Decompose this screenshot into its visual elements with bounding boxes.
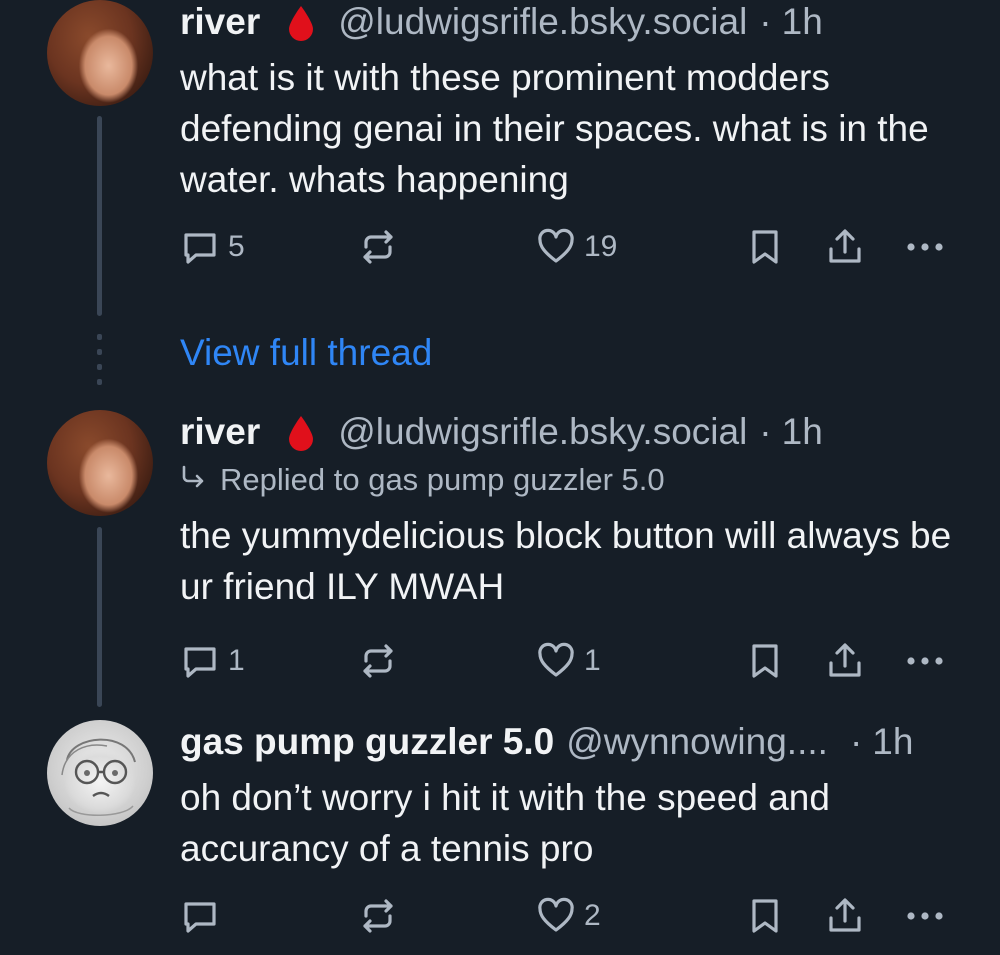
bookmark-button[interactable] <box>745 641 785 681</box>
separator-dot: · <box>759 411 772 452</box>
avatar[interactable] <box>47 0 153 106</box>
like-count: 2 <box>584 899 601 932</box>
repost-button[interactable] <box>358 227 398 267</box>
reply-icon <box>184 902 216 933</box>
post-actions: 5 19 <box>180 227 960 267</box>
bookmark-icon <box>752 899 778 933</box>
reply-icon <box>184 233 216 264</box>
view-full-thread-link[interactable]: View full thread <box>180 330 432 376</box>
like-count: 1 <box>584 644 601 677</box>
reply-context[interactable]: Replied to gas pump guzzler 5.0 <box>180 460 960 500</box>
post-actions: 2 <box>180 896 960 936</box>
repost-icon <box>363 644 393 678</box>
thread-feed: river @ludwigsrifle.bsky.social · 1h wha… <box>0 0 1000 955</box>
like-button[interactable]: 2 <box>536 896 601 936</box>
author-name[interactable]: gas pump guzzler 5.0 <box>180 720 554 764</box>
ellipsis-icon <box>907 912 943 920</box>
thread-line <box>97 527 102 707</box>
reply-count: 5 <box>228 230 245 263</box>
post-time[interactable]: 1h <box>782 0 823 44</box>
blood-drop-icon <box>286 0 316 44</box>
avatar[interactable] <box>47 410 153 516</box>
share-button[interactable] <box>825 641 865 681</box>
reply-count: 1 <box>228 644 245 677</box>
share-button[interactable] <box>825 896 865 936</box>
reply-arrow-icon <box>180 460 206 500</box>
heart-icon <box>538 897 574 932</box>
post-header: gas pump guzzler 5.0 @wynnowing.... · 1h <box>180 720 960 764</box>
post-time[interactable]: 1h <box>782 410 823 454</box>
like-button[interactable]: 1 <box>536 641 601 681</box>
share-icon <box>829 643 861 677</box>
ellipsis-icon <box>907 657 943 665</box>
repost-button[interactable] <box>358 641 398 681</box>
bookmark-button[interactable] <box>745 227 785 267</box>
avatar[interactable] <box>47 720 153 826</box>
post-text: what is it with these prominent modders … <box>180 57 929 200</box>
more-options-button[interactable] <box>905 641 945 681</box>
repost-icon <box>363 230 393 264</box>
ellipsis-icon <box>907 243 943 251</box>
repost-icon <box>363 899 393 933</box>
post-header: river @ludwigsrifle.bsky.social · 1h <box>180 0 960 44</box>
blood-drop-icon <box>286 410 316 454</box>
separator-dot: · <box>849 721 863 762</box>
thread-dots <box>97 334 102 394</box>
share-icon <box>829 898 861 932</box>
gas-pump-avatar-icon <box>61 738 136 816</box>
heart-icon <box>538 642 574 677</box>
bookmark-icon <box>752 644 778 678</box>
share-icon <box>829 229 861 263</box>
separator-dot: · <box>759 1 772 42</box>
reply-icon <box>184 647 216 678</box>
reply-button[interactable] <box>180 896 228 936</box>
author-handle[interactable]: @ludwigsrifle.bsky.social <box>338 410 747 454</box>
post-text: oh don’t worry i hit it with the speed a… <box>180 777 830 869</box>
reply-button[interactable]: 5 <box>180 227 245 267</box>
author-name[interactable]: river <box>180 0 260 44</box>
post-header: river @ludwigsrifle.bsky.social · 1h <box>180 410 960 454</box>
reply-button[interactable]: 1 <box>180 641 245 681</box>
bookmark-icon <box>752 230 778 264</box>
thread-line <box>97 116 102 316</box>
bookmark-button[interactable] <box>745 896 785 936</box>
repost-button[interactable] <box>358 896 398 936</box>
more-options-button[interactable] <box>905 896 945 936</box>
more-options-button[interactable] <box>905 227 945 267</box>
heart-icon <box>538 228 574 263</box>
like-button[interactable]: 19 <box>536 227 617 267</box>
post-time[interactable]: 1h <box>872 720 913 764</box>
author-name[interactable]: river <box>180 410 260 454</box>
post-text: the yummydelicious block button will alw… <box>180 515 952 607</box>
like-count: 19 <box>584 230 618 263</box>
share-button[interactable] <box>825 227 865 267</box>
author-handle[interactable]: @wynnowing.... <box>566 720 828 764</box>
post-actions: 1 1 <box>180 641 960 681</box>
reply-to-label: Replied to gas pump guzzler 5.0 <box>220 462 665 497</box>
author-handle[interactable]: @ludwigsrifle.bsky.social <box>338 0 747 44</box>
